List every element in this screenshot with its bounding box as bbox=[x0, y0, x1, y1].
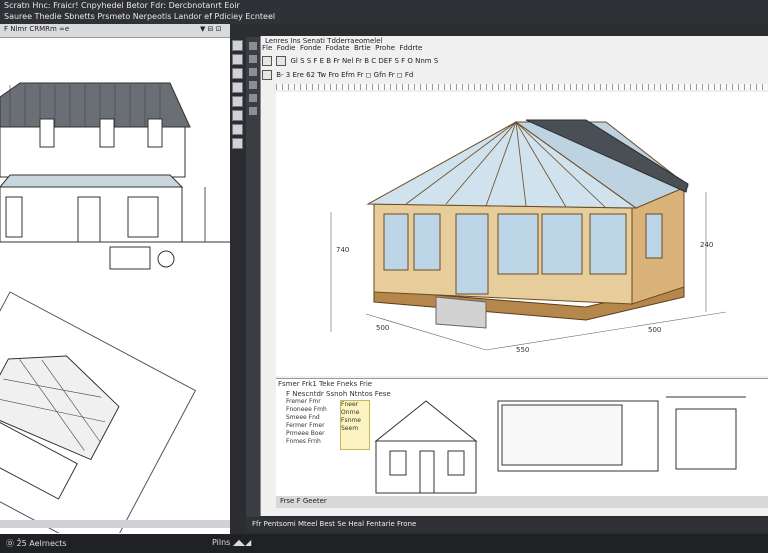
note-item[interactable]: Onrne bbox=[341, 409, 369, 417]
right-status-bar: Frse F Geeter bbox=[276, 496, 768, 508]
sidebar-icon[interactable] bbox=[249, 81, 257, 89]
left-horizontal-scrollbar[interactable] bbox=[0, 520, 230, 528]
lower-panel-header: Fsmer Frk1 Teke Fneks Frie bbox=[278, 380, 373, 388]
dim-front-a: 500 bbox=[376, 324, 389, 332]
left-toolbar: F Nlmr CRMRm ∞e ▼ ⊟ ⊡ bbox=[0, 24, 230, 38]
left-icon-strip bbox=[232, 40, 244, 160]
menu-line-1[interactable]: Scratn Hnc: Fraicr! Cnpyhedel Betor Fdr:… bbox=[4, 1, 240, 10]
menu-item[interactable]: Fle bbox=[262, 44, 272, 52]
properties-note: Fneer Onrne Fsnme Seem bbox=[340, 400, 370, 450]
right-status-text: Frse F Geeter bbox=[280, 497, 327, 505]
tool-icon[interactable] bbox=[232, 82, 243, 93]
note-item[interactable]: Fneer bbox=[341, 401, 369, 409]
menu-item[interactable]: Fodate bbox=[326, 44, 350, 52]
tool-icon[interactable] bbox=[276, 56, 287, 66]
lower-panel-tabs[interactable]: F Nescntdr Ssnoh Ntntos Fese bbox=[286, 390, 391, 398]
tree-item[interactable]: Prmeee Boer bbox=[286, 430, 338, 438]
sidebar-icon[interactable] bbox=[249, 107, 257, 115]
dim-right: 240 bbox=[700, 241, 713, 249]
tree-item[interactable]: Smeee Fnd bbox=[286, 414, 338, 422]
menu-item[interactable]: Brtie bbox=[354, 44, 371, 52]
tool-icon[interactable] bbox=[262, 56, 272, 66]
tool-icon[interactable] bbox=[232, 68, 243, 79]
taskbar: Ⓓ 2̃5 Aelrnects Pilns ◢◣◢ bbox=[0, 534, 768, 553]
menu-item[interactable]: Fddrte bbox=[399, 44, 422, 52]
tool-icon[interactable] bbox=[232, 54, 243, 65]
tool-icon[interactable] bbox=[232, 124, 243, 135]
left-toolbar-label[interactable]: F Nlmr CRMRm ∞e bbox=[4, 25, 69, 33]
tree-item[interactable]: Fremer Fmr bbox=[286, 398, 338, 406]
sidebar-icon[interactable] bbox=[249, 68, 257, 76]
tree-item[interactable]: Fnoneee Fmh bbox=[286, 406, 338, 414]
taskbar-right[interactable]: Pilns ◢◣◢ bbox=[212, 538, 251, 547]
right-menu: Fle Fodie Fonde Fodate Brtie Prohe Fddrt… bbox=[262, 44, 422, 52]
dim-left: 740 bbox=[336, 246, 349, 254]
menu-item[interactable]: Fodie bbox=[277, 44, 296, 52]
tree-item[interactable]: Fermer Fmer bbox=[286, 422, 338, 430]
taskbar-left[interactable]: Ⓓ 2̃5 Aelrnects bbox=[6, 538, 67, 549]
sidebar-icon[interactable] bbox=[249, 42, 257, 50]
tool-icon[interactable] bbox=[262, 70, 272, 80]
app-menu-bar: Scratn Hnc: Fraicr! Cnpyhedel Betor Fdr:… bbox=[0, 0, 768, 24]
blueprint-drawing bbox=[0, 82, 230, 533]
sidebar-icon[interactable] bbox=[249, 94, 257, 102]
note-item[interactable]: Seem bbox=[341, 425, 369, 433]
vertical-sidebar bbox=[246, 37, 260, 517]
dim-side: 500 bbox=[648, 326, 661, 334]
menu-line-2[interactable]: Sauree Thedie Sbnetts Prsmeto Nerpeotis … bbox=[4, 12, 275, 21]
tool-icon[interactable] bbox=[232, 96, 243, 107]
sidebar-icon[interactable] bbox=[249, 55, 257, 63]
bottom-status-bar: Ffr Pentsomi Mteel Best Se Heal Fentarie… bbox=[246, 518, 768, 532]
toolbar-row-2-text[interactable]: B- 3 Ere 62 Tw Fro Efm Fr ◻ Gfn Fr ◻ Fd bbox=[276, 71, 413, 79]
menu-item[interactable]: Prohe bbox=[375, 44, 395, 52]
note-item[interactable]: Fsnme bbox=[341, 417, 369, 425]
3d-model-viewport[interactable]: 740 240 500 550 500 bbox=[276, 92, 768, 376]
conservatory-3d-model: 740 240 500 550 500 bbox=[330, 119, 727, 354]
layer-tree: Fremer Fmr Fnoneee Fmh Smeee Fnd Fermer … bbox=[286, 398, 338, 488]
tree-item[interactable]: Fnmes Frnh bbox=[286, 438, 338, 446]
tool-icon[interactable] bbox=[232, 40, 243, 51]
tool-icon[interactable] bbox=[232, 138, 243, 149]
toolbar-row-1: Gl S S F E B Fr Nel Fr B C DEF S F O Nnm… bbox=[262, 56, 762, 68]
menu-item[interactable]: Fonde bbox=[300, 44, 321, 52]
left-toolbar-controls[interactable]: ▼ ⊟ ⊡ bbox=[200, 25, 222, 33]
toolbar-row-1-text[interactable]: Gl S S F E B Fr Nel Fr B C DEF S F O Nnm… bbox=[290, 57, 438, 65]
toolbar-row-2: B- 3 Ere 62 Tw Fro Efm Fr ◻ Gfn Fr ◻ Fd bbox=[262, 70, 762, 82]
bottom-status-text: Ffr Pentsomi Mteel Best Se Heal Fentarie… bbox=[252, 520, 417, 528]
dim-front-b: 550 bbox=[516, 346, 529, 354]
tool-icon[interactable] bbox=[232, 110, 243, 121]
horizontal-ruler bbox=[276, 84, 768, 90]
left-drawing-canvas[interactable] bbox=[0, 24, 230, 534]
